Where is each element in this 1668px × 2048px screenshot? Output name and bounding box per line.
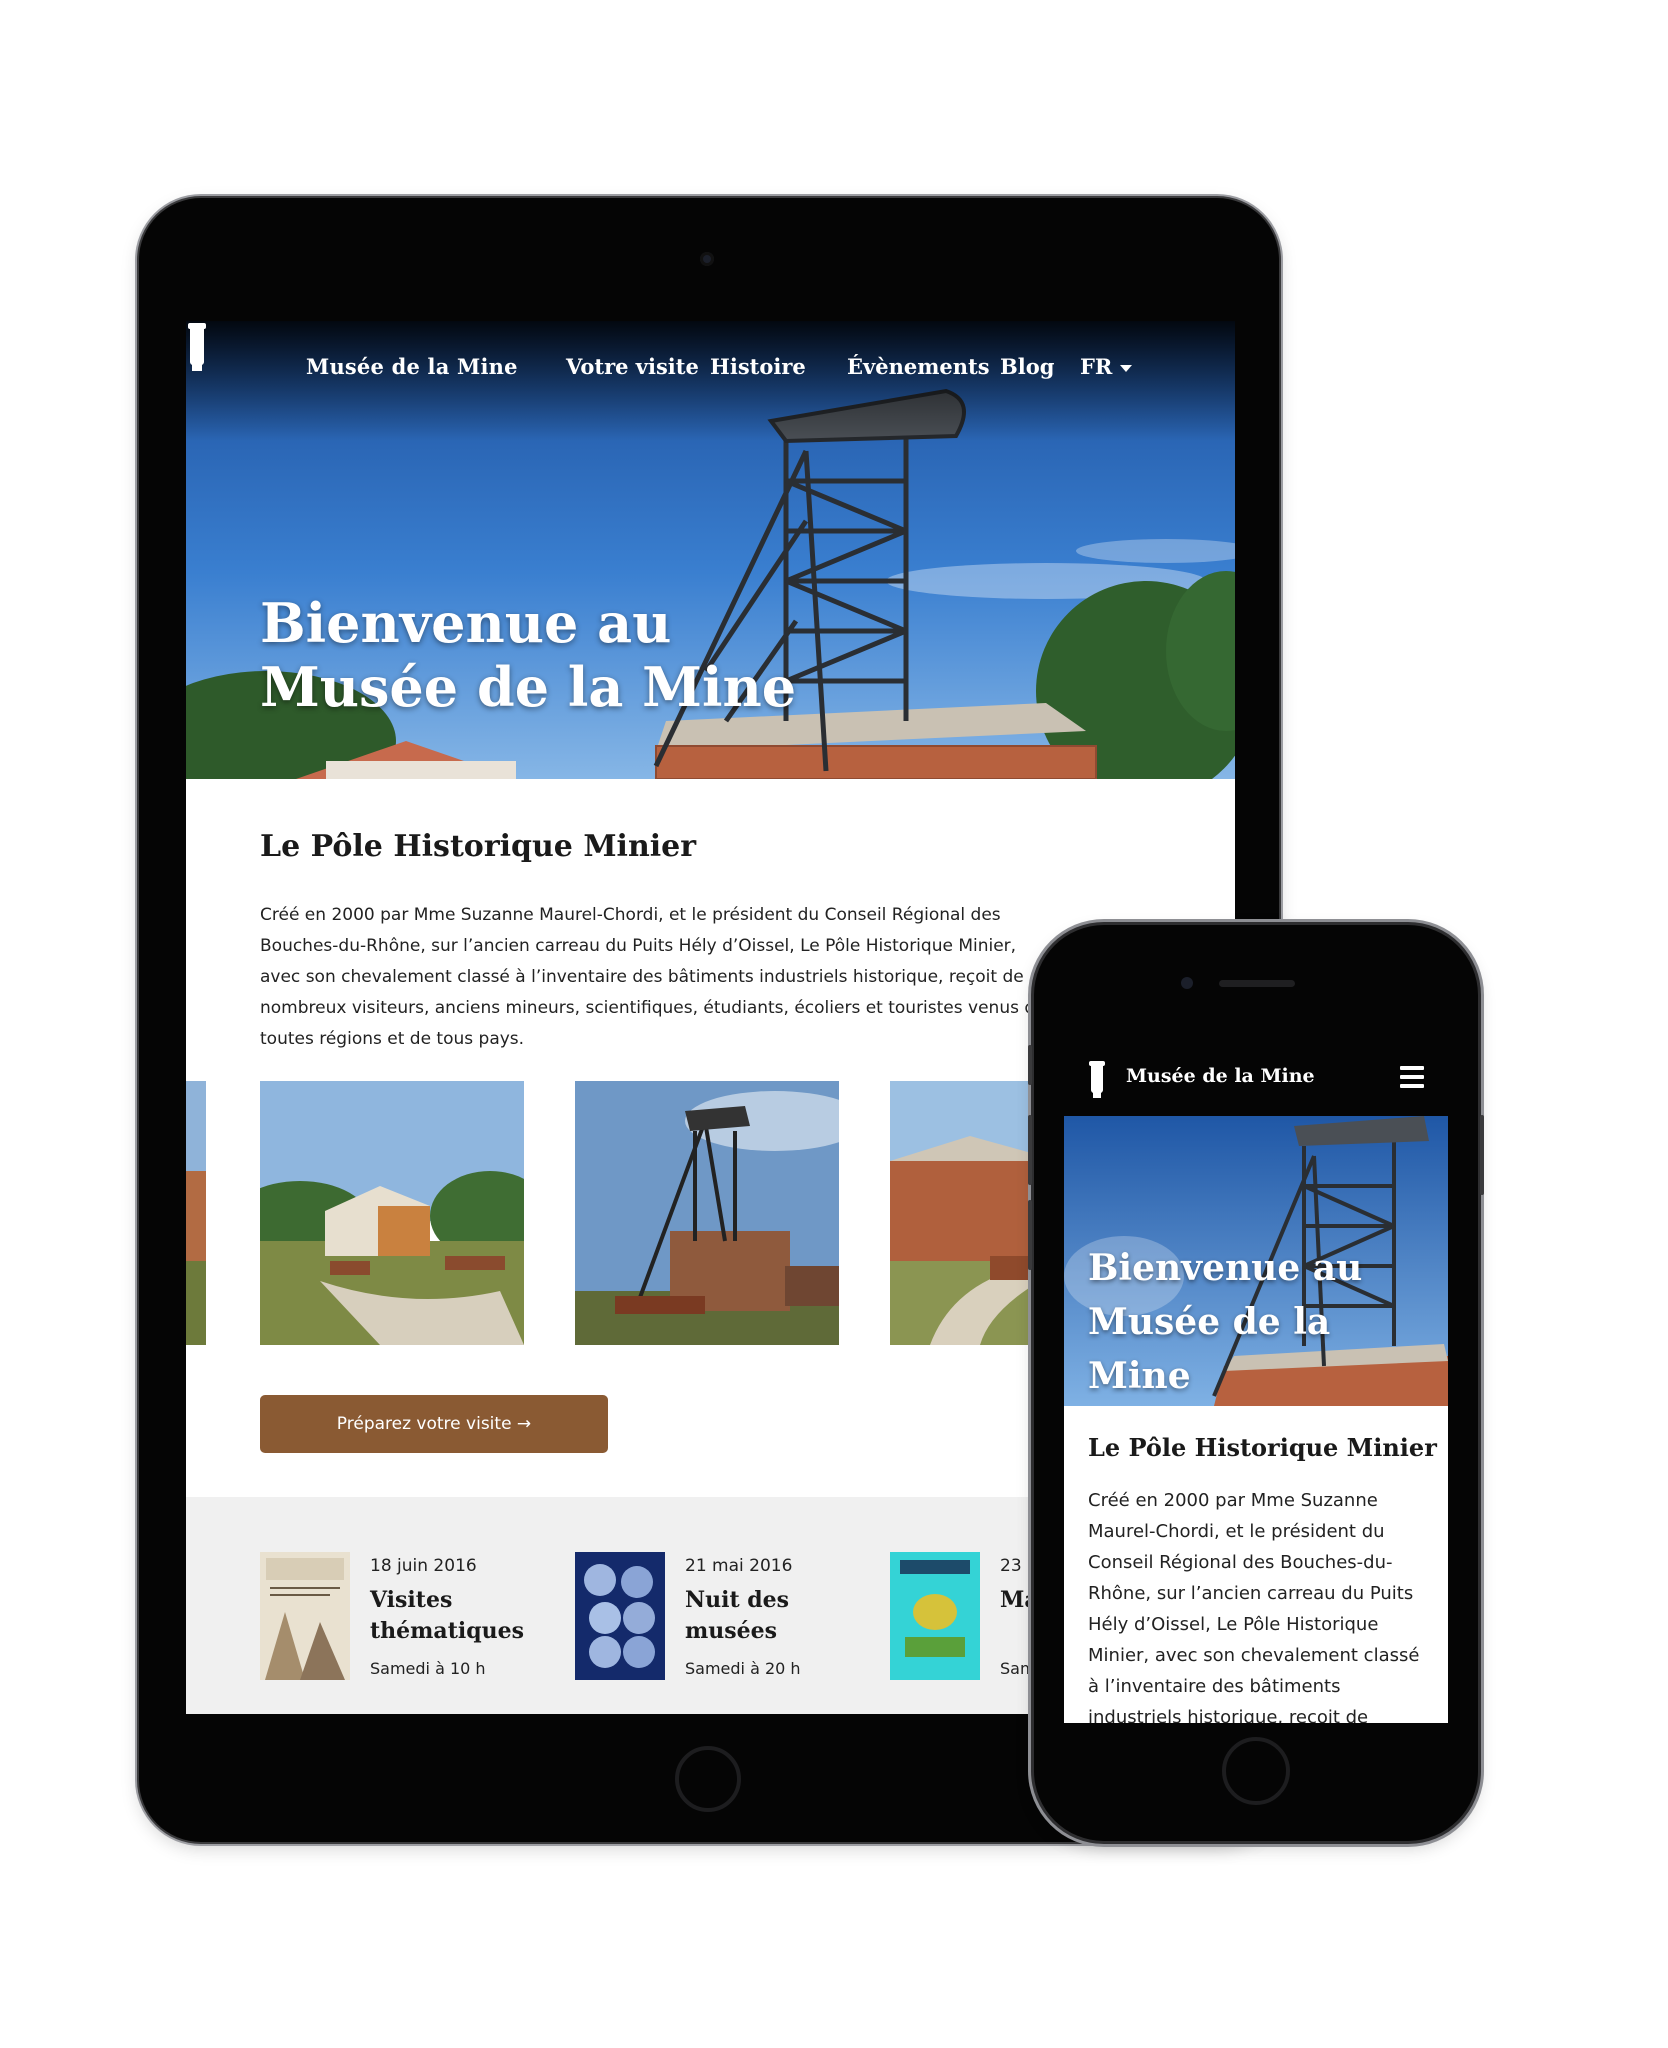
gallery-image — [186, 1081, 206, 1345]
phone-speaker — [1219, 980, 1295, 987]
section-title: Le Pôle Historique Minier — [1088, 1433, 1437, 1462]
event-poster-image — [890, 1552, 980, 1680]
phone-power-button — [1480, 1115, 1484, 1195]
intro-paragraph: Créé en 2000 par Mme Suzanne Maurel-Chor… — [260, 905, 1046, 1049]
event-date: 18 juin 2016 — [370, 1556, 477, 1576]
nav-link-histoire[interactable]: Histoire — [710, 354, 806, 379]
event-poster[interactable] — [890, 1552, 980, 1680]
mobile-navigation: Musée de la Mine — [1064, 1040, 1448, 1116]
caret-down-icon — [1120, 365, 1133, 372]
gallery-photo[interactable] — [186, 1081, 206, 1345]
tablet-home-button[interactable] — [675, 1746, 741, 1812]
nav-link-blog[interactable]: Blog — [1000, 354, 1054, 379]
phone-device: Musée de la Mine Bienvenue au Musée de l… — [1028, 925, 1484, 1841]
event-date: 21 mai 2016 — [685, 1556, 793, 1576]
event-poster[interactable] — [575, 1552, 665, 1680]
hero-banner: Bienvenue au Musée de la Mine — [1064, 1116, 1448, 1406]
hero-title: Bienvenue au Musée de la Mine — [1088, 1241, 1428, 1403]
event-poster-image — [575, 1552, 665, 1680]
event-date: 23 a — [1000, 1556, 1038, 1576]
phone-screen: Musée de la Mine Bienvenue au Musée de l… — [1064, 1040, 1448, 1723]
gallery-image — [575, 1081, 839, 1345]
intro-paragraph: Créé en 2000 par Mme Suzanne Maurel-Chor… — [1088, 1490, 1420, 1723]
hero-title-line2: Musée de la Mine — [260, 655, 797, 719]
hero-title-line1: Bienvenue au — [260, 591, 672, 655]
event-title[interactable]: Nuit des musées — [685, 1585, 835, 1647]
mine-lamp-logo-icon[interactable] — [1088, 1060, 1106, 1100]
event-time: Samedi à 20 h — [685, 1659, 801, 1678]
event-time: Samedi à 10 h — [370, 1659, 486, 1678]
gallery-image — [260, 1081, 524, 1345]
hamburger-menu-icon[interactable] — [1400, 1066, 1424, 1088]
event-poster[interactable] — [260, 1552, 350, 1680]
tablet-camera — [700, 252, 714, 266]
site-brand[interactable]: Musée de la Mine — [1126, 1065, 1315, 1087]
prepare-visit-button[interactable]: Préparez votre visite → — [260, 1395, 608, 1453]
hero-banner: Musée de la Mine Votre visite Histoire É… — [186, 321, 1235, 779]
phone-mute-switch — [1028, 1045, 1032, 1085]
phone-camera — [1181, 977, 1193, 989]
mine-lamp-logo-icon[interactable] — [186, 321, 208, 373]
phone-volume-down — [1028, 1200, 1032, 1270]
gallery-photo[interactable] — [260, 1081, 524, 1345]
section-title: Le Pôle Historique Minier — [260, 829, 697, 864]
event-title[interactable]: Visites thématiques — [370, 1585, 524, 1647]
nav-link-votre-visite[interactable]: Votre visite — [566, 354, 699, 379]
site-brand[interactable]: Musée de la Mine — [306, 354, 518, 379]
phone-home-button[interactable] — [1222, 1737, 1290, 1805]
nav-link-evenements[interactable]: Évènements — [847, 354, 990, 379]
hero-title-line2: Musée de la Mine — [1088, 1301, 1331, 1397]
phone-volume-up — [1028, 1115, 1032, 1185]
hero-title: Bienvenue au Musée de la Mine — [260, 591, 860, 719]
event-time: Sam — [1000, 1659, 1036, 1678]
event-poster-image — [260, 1552, 350, 1680]
language-dropdown[interactable]: FR — [1080, 354, 1133, 379]
language-label: FR — [1080, 354, 1113, 379]
hero-title-line1: Bienvenue au — [1088, 1247, 1363, 1289]
top-navigation: Musée de la Mine Votre visite Histoire É… — [186, 321, 1235, 431]
gallery-photo[interactable] — [575, 1081, 839, 1345]
